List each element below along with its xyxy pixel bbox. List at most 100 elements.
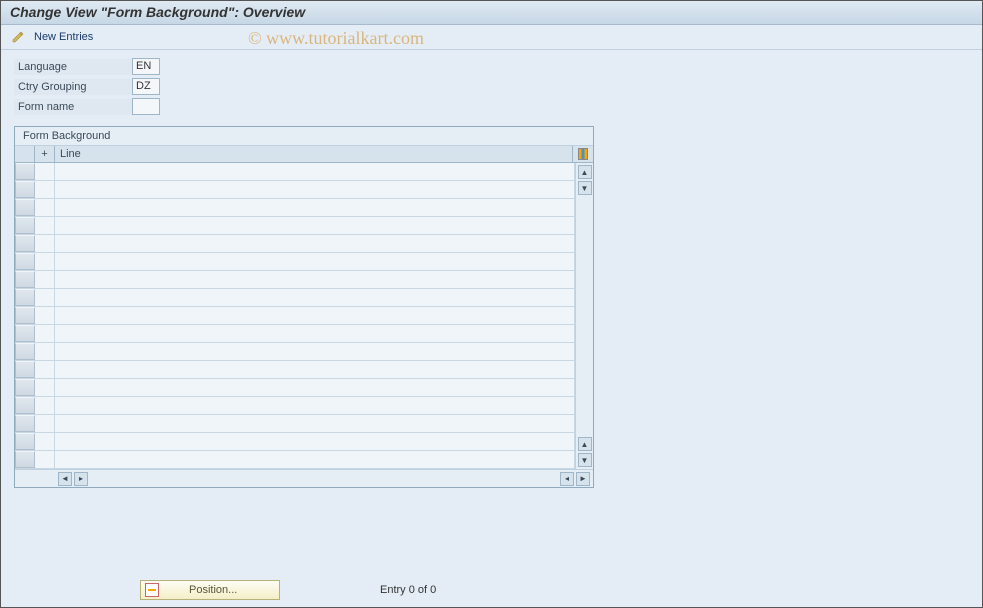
field-language: Language EN [14, 58, 969, 75]
row-selector[interactable] [15, 199, 35, 216]
cell-plus[interactable] [35, 307, 55, 324]
table-row[interactable] [15, 289, 575, 307]
cell-line[interactable] [55, 415, 575, 432]
cell-plus[interactable] [35, 199, 55, 216]
table-row[interactable] [15, 343, 575, 361]
cell-plus[interactable] [35, 361, 55, 378]
cell-plus[interactable] [35, 325, 55, 342]
cell-line[interactable] [55, 343, 575, 360]
row-selector[interactable] [15, 379, 35, 396]
position-button[interactable]: Position... [140, 580, 280, 600]
cell-plus[interactable] [35, 253, 55, 270]
field-value-language[interactable]: EN [132, 58, 160, 75]
cell-line[interactable] [55, 289, 575, 306]
horizontal-scrollbar[interactable]: ◄ ▸ ◂ ► [15, 469, 593, 487]
cell-line[interactable] [55, 361, 575, 378]
cell-line[interactable] [55, 433, 575, 450]
scroll-down-icon[interactable]: ▼ [578, 453, 592, 467]
cell-plus[interactable] [35, 343, 55, 360]
cell-plus[interactable] [35, 415, 55, 432]
field-value-ctry-grouping[interactable]: DZ [132, 78, 160, 95]
table-row[interactable] [15, 433, 575, 451]
cell-line[interactable] [55, 397, 575, 414]
cell-plus[interactable] [35, 217, 55, 234]
table-row[interactable] [15, 451, 575, 469]
cell-plus[interactable] [35, 397, 55, 414]
cell-plus[interactable] [35, 289, 55, 306]
row-selector[interactable] [15, 181, 35, 198]
new-entries-button[interactable]: New Entries [34, 31, 93, 43]
cell-line[interactable] [55, 163, 575, 180]
row-selector[interactable] [15, 451, 35, 468]
cell-line[interactable] [55, 181, 575, 198]
pencil-icon[interactable] [10, 29, 26, 45]
cell-line[interactable] [55, 235, 575, 252]
cell-plus[interactable] [35, 181, 55, 198]
cell-line[interactable] [55, 253, 575, 270]
cell-line[interactable] [55, 379, 575, 396]
footer: Position... Entry 0 of 0 [0, 580, 983, 600]
cell-line[interactable] [55, 199, 575, 216]
grid-header-select[interactable] [15, 146, 35, 162]
table-row[interactable] [15, 307, 575, 325]
scroll-left-icon[interactable]: ▸ [74, 472, 88, 486]
row-selector[interactable] [15, 217, 35, 234]
cell-line[interactable] [55, 217, 575, 234]
row-selector[interactable] [15, 397, 35, 414]
table-row[interactable] [15, 199, 575, 217]
cell-plus[interactable] [35, 451, 55, 468]
table-row[interactable] [15, 271, 575, 289]
row-selector[interactable] [15, 235, 35, 252]
scroll-right-icon[interactable]: ◂ [560, 472, 574, 486]
entry-count-text: Entry 0 of 0 [380, 584, 436, 596]
vertical-scrollbar[interactable]: ▲ ▼ ▲ ▼ [575, 163, 593, 469]
table-row[interactable] [15, 361, 575, 379]
scroll-up-icon[interactable]: ▲ [578, 165, 592, 179]
toolbar: New Entries [0, 25, 983, 50]
field-label-ctry-grouping: Ctry Grouping [14, 79, 132, 95]
row-selector[interactable] [15, 433, 35, 450]
row-selector[interactable] [15, 253, 35, 270]
cell-plus[interactable] [35, 235, 55, 252]
row-selector[interactable] [15, 307, 35, 324]
table-row[interactable] [15, 181, 575, 199]
table-row[interactable] [15, 415, 575, 433]
table-row[interactable] [15, 253, 575, 271]
grid-header-line[interactable]: Line [55, 146, 573, 162]
table-row[interactable] [15, 217, 575, 235]
cell-plus[interactable] [35, 271, 55, 288]
cell-line[interactable] [55, 451, 575, 468]
table-row[interactable] [15, 325, 575, 343]
cell-plus[interactable] [35, 163, 55, 180]
grid-header-config[interactable] [573, 146, 593, 162]
field-value-form-name[interactable] [132, 98, 160, 115]
cell-line[interactable] [55, 307, 575, 324]
row-selector[interactable] [15, 415, 35, 432]
fields-area: Language EN Ctry Grouping DZ Form name [0, 50, 983, 120]
page-title: Change View "Form Background": Overview [10, 4, 973, 20]
position-label: Position... [189, 584, 237, 596]
row-selector[interactable] [15, 325, 35, 342]
scroll-down-step-icon[interactable]: ▼ [578, 181, 592, 195]
table-row[interactable] [15, 397, 575, 415]
scroll-up-step-icon[interactable]: ▲ [578, 437, 592, 451]
table-row[interactable] [15, 163, 575, 181]
scroll-left-first-icon[interactable]: ◄ [58, 472, 72, 486]
cell-line[interactable] [55, 325, 575, 342]
grid-header-plus[interactable]: + [35, 146, 55, 162]
row-selector[interactable] [15, 361, 35, 378]
row-selector[interactable] [15, 271, 35, 288]
row-selector[interactable] [15, 289, 35, 306]
table-row[interactable] [15, 379, 575, 397]
row-selector[interactable] [15, 343, 35, 360]
scroll-right-last-icon[interactable]: ► [576, 472, 590, 486]
title-bar: Change View "Form Background": Overview [0, 0, 983, 25]
field-form-name: Form name [14, 98, 969, 115]
grid-body: ▲ ▼ ▲ ▼ [15, 163, 593, 469]
grid-title: Form Background [15, 127, 593, 146]
table-row[interactable] [15, 235, 575, 253]
cell-line[interactable] [55, 271, 575, 288]
row-selector[interactable] [15, 163, 35, 180]
cell-plus[interactable] [35, 379, 55, 396]
cell-plus[interactable] [35, 433, 55, 450]
